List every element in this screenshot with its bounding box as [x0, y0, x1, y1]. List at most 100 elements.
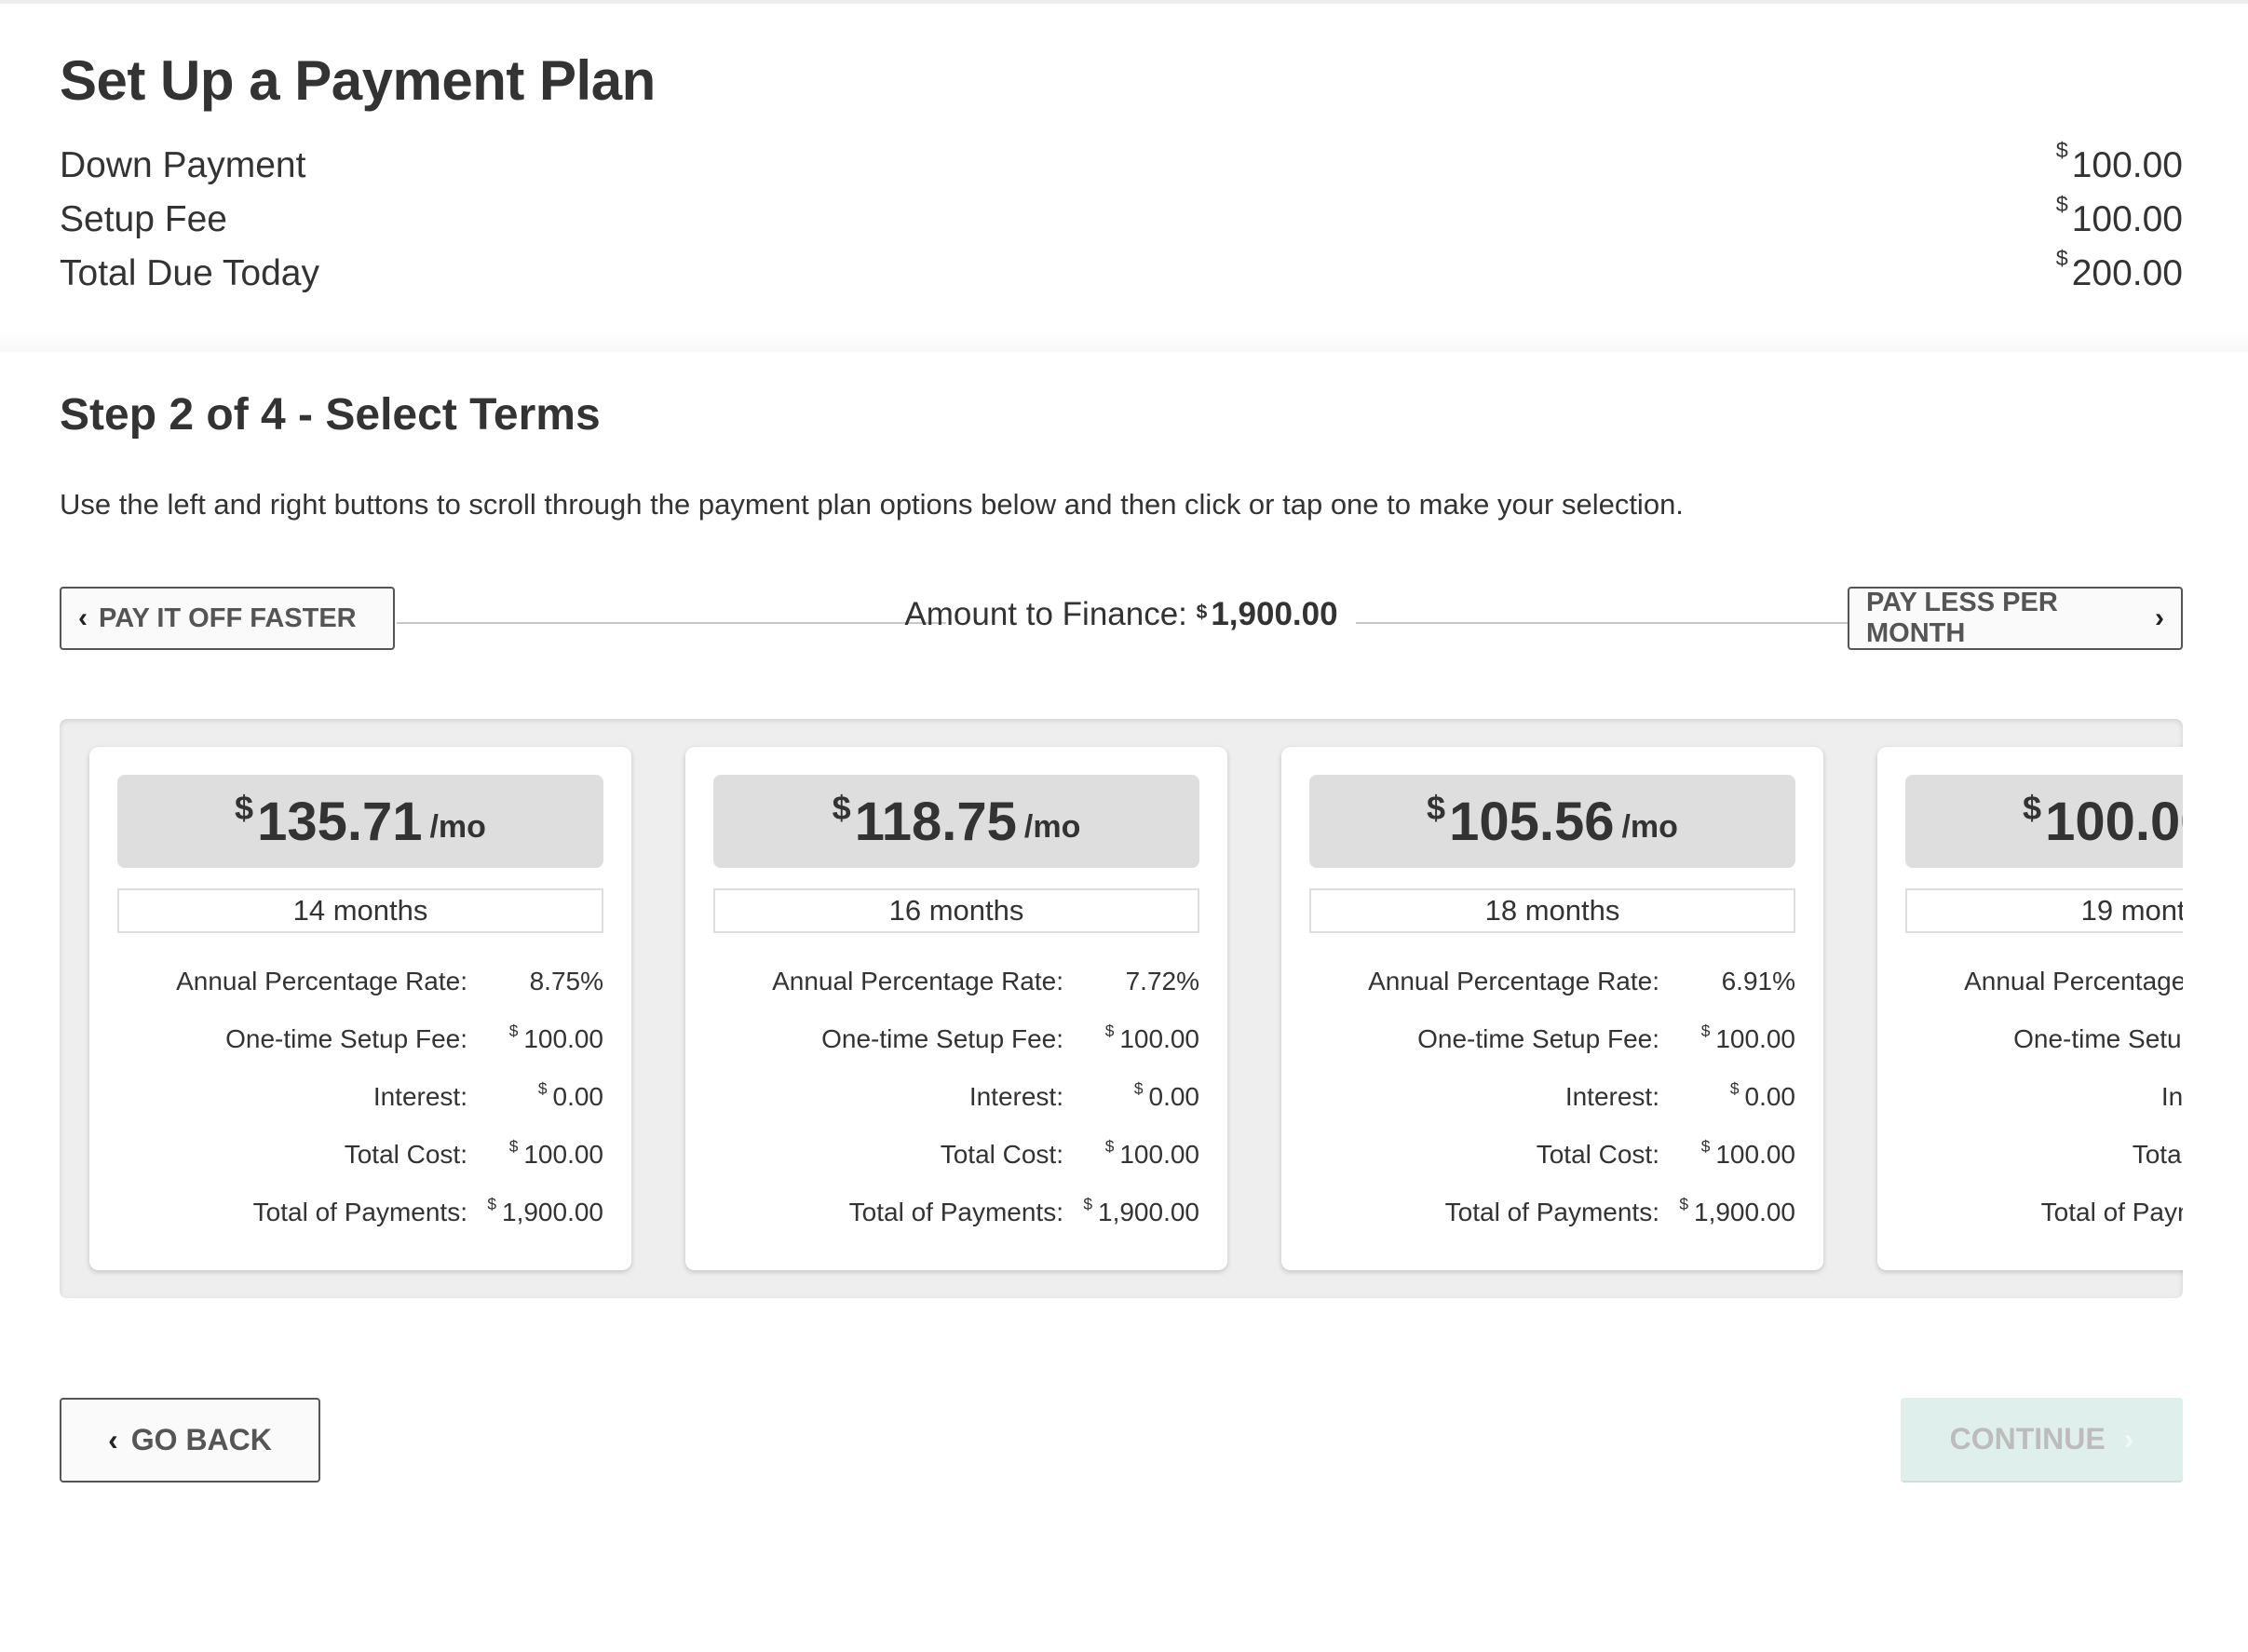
detail-label: Interest: — [968, 1082, 1063, 1111]
summary-value: 100.00 — [2071, 145, 2183, 185]
detail-value: $1,900.00 — [1659, 1194, 1795, 1227]
monthly-price: $105.56/mo — [1309, 775, 1795, 868]
monthly-price: $118.75/mo — [713, 775, 1199, 868]
currency-symbol: $ — [1729, 1078, 1740, 1098]
summary-amount: $200.00 — [2056, 246, 2183, 294]
detail-row-setup-fee: One-time Setup Fee: $100.00 — [117, 1021, 603, 1058]
detail-amount: 0.00 — [552, 1082, 604, 1111]
detail-value: $1,900.00 — [1063, 1195, 1199, 1227]
pay-less-label: PAY LESS PER MONTH — [1866, 588, 2058, 648]
plan-card[interactable]: $118.75/mo 16 months Annual Percentage Rat… — [685, 747, 1227, 1270]
detail-label: Interest: — [372, 1082, 467, 1111]
chevron-right-icon: › — [2155, 603, 2164, 633]
detail-label: Interest: — [1564, 1082, 1659, 1111]
detail-value: $0.00 — [467, 1079, 604, 1112]
currency-symbol: $ — [1104, 1021, 1115, 1040]
currency-symbol: $ — [508, 1021, 519, 1040]
currency-symbol: $ — [1679, 1194, 1688, 1213]
currency-symbol: $ — [1700, 1021, 1711, 1040]
detail-label: Total of Payments: — [848, 1198, 1063, 1226]
summary-section: Set Up a Payment Plan Down Payment $100.… — [0, 0, 2248, 352]
detail-value: $100.00 — [467, 1136, 603, 1170]
detail-row-setup-fee: One-time Setup Fee: $100.00 — [1309, 1021, 1795, 1058]
detail-value: $100.00 — [467, 1021, 603, 1054]
go-back-button[interactable]: ‹ GO BACK — [60, 1398, 320, 1483]
monthly-price: $135.71/mo — [117, 775, 603, 868]
page-title: Set Up a Payment Plan — [60, 49, 656, 112]
detail-amount: 1,900.00 — [1694, 1198, 1795, 1226]
currency-symbol: $ — [508, 1136, 519, 1156]
currency-symbol: $ — [2055, 245, 2068, 270]
detail-value: $100.00 — [1659, 1021, 1795, 1054]
plan-navigation: ‹ PAY IT OFF FASTER Amount to Finance: $… — [60, 587, 2183, 650]
currency-symbol: $ — [1133, 1078, 1144, 1098]
detail-label: Total of Payments: — [1444, 1198, 1659, 1226]
detail-amount: 100.00 — [1119, 1024, 1199, 1053]
detail-value: $0.00 — [1063, 1078, 1199, 1112]
instructions-text: Use the left and right buttons to scroll… — [60, 488, 1684, 521]
detail-label: Interest: — [2160, 1082, 2183, 1111]
summary-label: Total Due Today — [60, 253, 319, 293]
detail-label: Annual Percentage Rate: — [1964, 967, 2183, 995]
detail-row-total-payments: Total of Payments: $1,900.00 — [713, 1194, 1199, 1231]
detail-value: $100.00 — [1659, 1137, 1795, 1170]
summary-value: 100.00 — [2071, 199, 2183, 239]
currency-symbol: $ — [2023, 789, 2042, 827]
detail-value: $0.00 — [1659, 1078, 1796, 1112]
detail-label: Annual Percentage Rate: — [1368, 967, 1659, 995]
detail-value: $100.00 — [1063, 1136, 1199, 1170]
detail-row-apr: Annual Percentage Rate: 8.75% — [117, 963, 603, 1000]
detail-label: Total Cost: — [2132, 1140, 2183, 1169]
detail-amount: 100.00 — [1715, 1024, 1795, 1053]
summary-label: Down Payment — [60, 145, 306, 185]
detail-row-total-cost: Total Cost: $100.00 — [713, 1136, 1199, 1173]
finance-label: Amount to Finance: — [904, 596, 1187, 632]
monthly-amount: 100.00 — [2045, 791, 2183, 852]
currency-symbol: $ — [1104, 1136, 1115, 1156]
detail-label: Total Cost: — [344, 1140, 467, 1169]
detail-label: One-time Setup Fee: — [821, 1024, 1063, 1053]
detail-value: 8.75% — [467, 967, 603, 996]
detail-amount: 100.00 — [1119, 1140, 1199, 1169]
detail-row-total-cost: Total Cost: — [1905, 1136, 2183, 1173]
detail-label: One-time Setup Fee: — [1417, 1024, 1659, 1053]
plan-card[interactable]: $135.71/mo 14 months Annual Percentage Rat… — [89, 747, 631, 1270]
per-month-label: /mo — [1621, 808, 1678, 845]
continue-button[interactable]: CONTINUE › — [1901, 1398, 2183, 1483]
step-title: Step 2 of 4 - Select Terms — [60, 390, 601, 440]
plan-card[interactable]: $100.00/mo 19 months Annual Percentage Rat… — [1877, 747, 2183, 1270]
detail-label: Total of Payments: — [2040, 1198, 2183, 1226]
summary-amount: $100.00 — [2056, 138, 2183, 186]
monthly-amount: 105.56 — [1449, 791, 1615, 852]
detail-row-interest: Interest: $0.00 — [1309, 1078, 1795, 1116]
detail-row-total-payments: Total of Payments: $1,900.00 — [117, 1194, 603, 1231]
detail-amount: 6.91% — [1721, 967, 1795, 995]
detail-row-apr: Annual Percentage Rate: — [1905, 963, 2183, 1000]
detail-amount: 100.00 — [1715, 1140, 1795, 1169]
plan-card[interactable]: $105.56/mo 18 months Annual Percentage Rat… — [1281, 747, 1823, 1270]
detail-label: One-time Setup Fee: — [225, 1024, 467, 1053]
summary-row-setup-fee: Setup Fee $100.00 — [60, 191, 2183, 246]
chevron-left-icon: ‹ — [108, 1423, 118, 1456]
chevron-right-icon: › — [2123, 1422, 2134, 1456]
detail-row-total-cost: Total Cost: $100.00 — [117, 1136, 603, 1173]
detail-row-setup-fee: One-time Setup Fee: — [1905, 1021, 2183, 1058]
per-month-label: /mo — [429, 808, 486, 845]
detail-row-setup-fee: One-time Setup Fee: $100.00 — [713, 1021, 1199, 1058]
detail-label: Annual Percentage Rate: — [772, 967, 1063, 995]
detail-row-total-payments: Total of Payments: $1,900.00 — [1309, 1194, 1795, 1231]
pay-less-button[interactable]: PAY LESS PER MONTH › — [1848, 587, 2183, 650]
detail-row-interest: Interest: $0.00 — [117, 1078, 603, 1116]
currency-symbol: $ — [235, 789, 254, 827]
detail-label: Total Cost: — [940, 1140, 1063, 1169]
detail-value: $100.00 — [1063, 1021, 1199, 1054]
currency-symbol: $ — [1196, 601, 1208, 623]
monthly-amount: 135.71 — [257, 791, 423, 852]
detail-label: Total Cost: — [1536, 1140, 1659, 1169]
detail-row-apr: Annual Percentage Rate: 7.72% — [713, 963, 1199, 1000]
section-divider — [0, 332, 2248, 352]
currency-symbol: $ — [487, 1194, 496, 1213]
detail-amount: 0.00 — [1744, 1082, 1796, 1111]
currency-symbol: $ — [2055, 191, 2068, 216]
per-month-label: /mo — [1023, 808, 1081, 845]
